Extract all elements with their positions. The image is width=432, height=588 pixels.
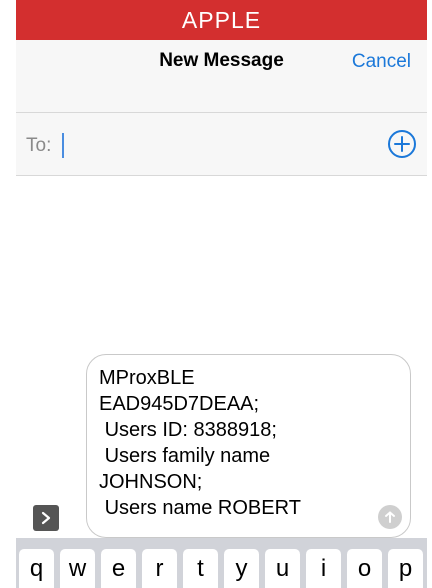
chevron-right-icon xyxy=(41,511,51,525)
recipient-input[interactable] xyxy=(62,131,362,159)
keyboard-row: q w e r t y u i o p xyxy=(19,549,423,588)
plus-circle-icon xyxy=(388,130,416,158)
key-u[interactable]: u xyxy=(265,549,300,588)
key-r[interactable]: r xyxy=(142,549,177,588)
message-text: MProxBLE EAD945D7DEAA; Users ID: 8388918… xyxy=(99,367,301,519)
add-recipient-button[interactable] xyxy=(387,129,417,159)
carrier-name: APPLE xyxy=(181,6,262,33)
cancel-button[interactable]: Cancel xyxy=(352,51,411,73)
key-i[interactable]: i xyxy=(306,549,341,588)
send-button[interactable] xyxy=(378,505,402,529)
to-label: To: xyxy=(26,135,52,156)
app-drawer-button[interactable] xyxy=(33,505,59,531)
messages-app: APPLE New Message Cancel To: MProxBLE EA… xyxy=(16,0,427,588)
key-t[interactable]: t xyxy=(183,549,218,588)
keyboard: q w e r t y u i o p xyxy=(16,538,427,588)
message-input[interactable]: MProxBLE EAD945D7DEAA; Users ID: 8388918… xyxy=(86,354,411,538)
key-q[interactable]: q xyxy=(19,549,54,588)
key-o[interactable]: o xyxy=(347,549,382,588)
navigation-bar: New Message Cancel xyxy=(16,40,427,112)
arrow-up-icon xyxy=(385,511,395,523)
status-bar: APPLE xyxy=(16,0,427,40)
key-y[interactable]: y xyxy=(224,549,259,588)
key-p[interactable]: p xyxy=(388,549,423,588)
key-e[interactable]: e xyxy=(101,549,136,588)
conversation-area: MProxBLE EAD945D7DEAA; Users ID: 8388918… xyxy=(16,176,427,538)
compose-bar: MProxBLE EAD945D7DEAA; Users ID: 8388918… xyxy=(16,350,427,538)
key-w[interactable]: w xyxy=(60,549,95,588)
recipient-row: To: xyxy=(16,112,427,176)
text-caret xyxy=(62,133,64,158)
